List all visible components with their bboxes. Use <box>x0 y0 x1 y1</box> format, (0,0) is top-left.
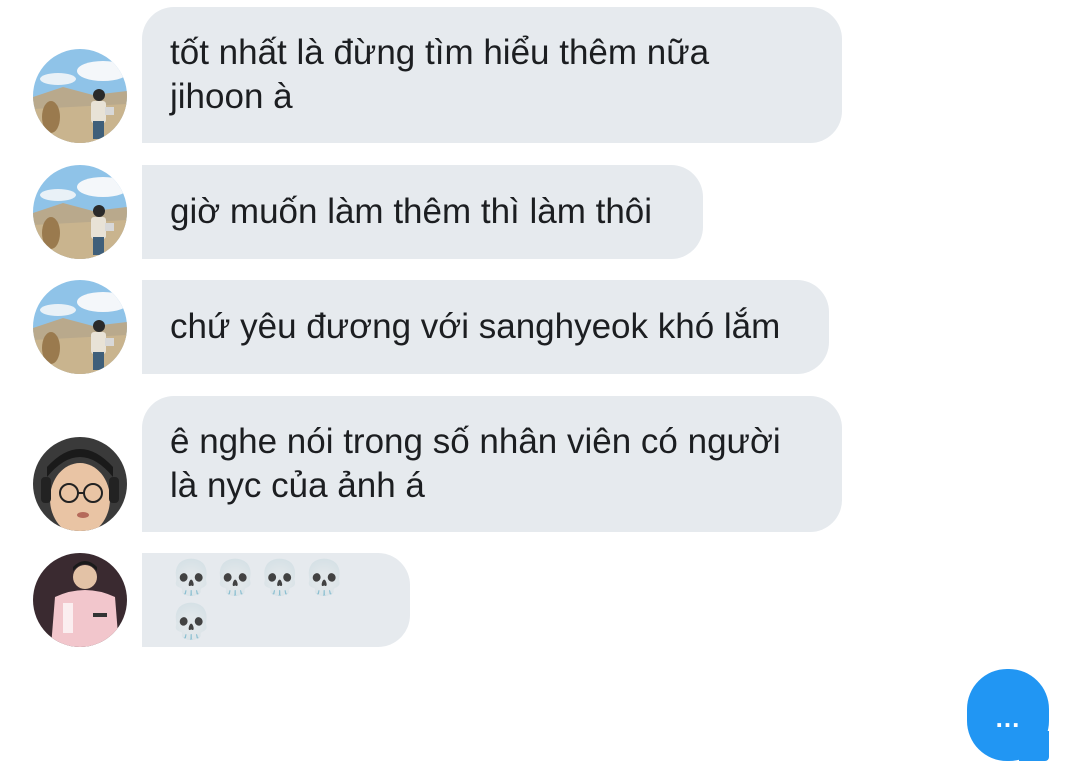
message-thread: tốt nhất là đừng tìm hiểu thêm nữa jihoo… <box>0 0 1080 767</box>
message-bubble[interactable]: chứ yêu đương với sanghyeok khó lắm <box>142 280 829 374</box>
message-bubble[interactable]: giờ muốn làm thêm thì làm thôi <box>142 165 703 259</box>
typing-dots-icon: ... <box>995 702 1021 733</box>
message-bubble[interactable]: 💀💀💀💀💀 <box>142 553 410 647</box>
avatar-glasses-icon[interactable] <box>33 437 127 531</box>
avatar-jacket-image <box>33 553 127 647</box>
message-text: giờ muốn làm thêm thì làm thôi <box>170 192 653 231</box>
message-bubble[interactable]: ê nghe nói trong số nhân viên có người l… <box>142 396 842 532</box>
avatar-landscape-image <box>33 280 127 374</box>
avatar-landscape-icon[interactable] <box>33 165 127 259</box>
avatar-jacket-icon[interactable] <box>33 553 127 647</box>
avatar-landscape-icon[interactable] <box>33 49 127 143</box>
avatar-landscape-icon[interactable] <box>33 280 127 374</box>
message-bubble[interactable]: tốt nhất là đừng tìm hiểu thêm nữa jihoo… <box>142 7 842 143</box>
message-text: ê nghe nói trong số nhân viên có người l… <box>170 422 781 505</box>
message-text: 💀💀💀💀💀 <box>170 559 348 641</box>
message-text: chứ yêu đương với sanghyeok khó lắm <box>170 307 781 346</box>
avatar-landscape-image <box>33 165 127 259</box>
message-text: tốt nhất là đừng tìm hiểu thêm nữa jihoo… <box>170 33 710 116</box>
avatar-glasses-image <box>33 437 127 531</box>
typing-indicator-button[interactable]: ... <box>967 669 1049 761</box>
avatar-landscape-image <box>33 49 127 143</box>
